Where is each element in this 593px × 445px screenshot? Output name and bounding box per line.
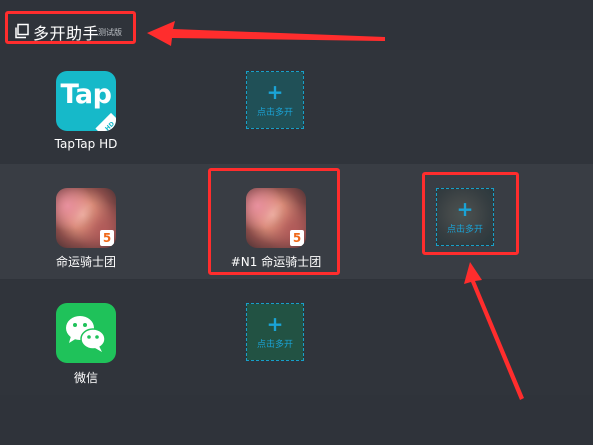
app-window: 多开助手 测试版 Tap HD TapTap HD + 点击多开 5 命运骑士团… [0,0,593,445]
annotation-arrow-add-slot [464,262,524,400]
